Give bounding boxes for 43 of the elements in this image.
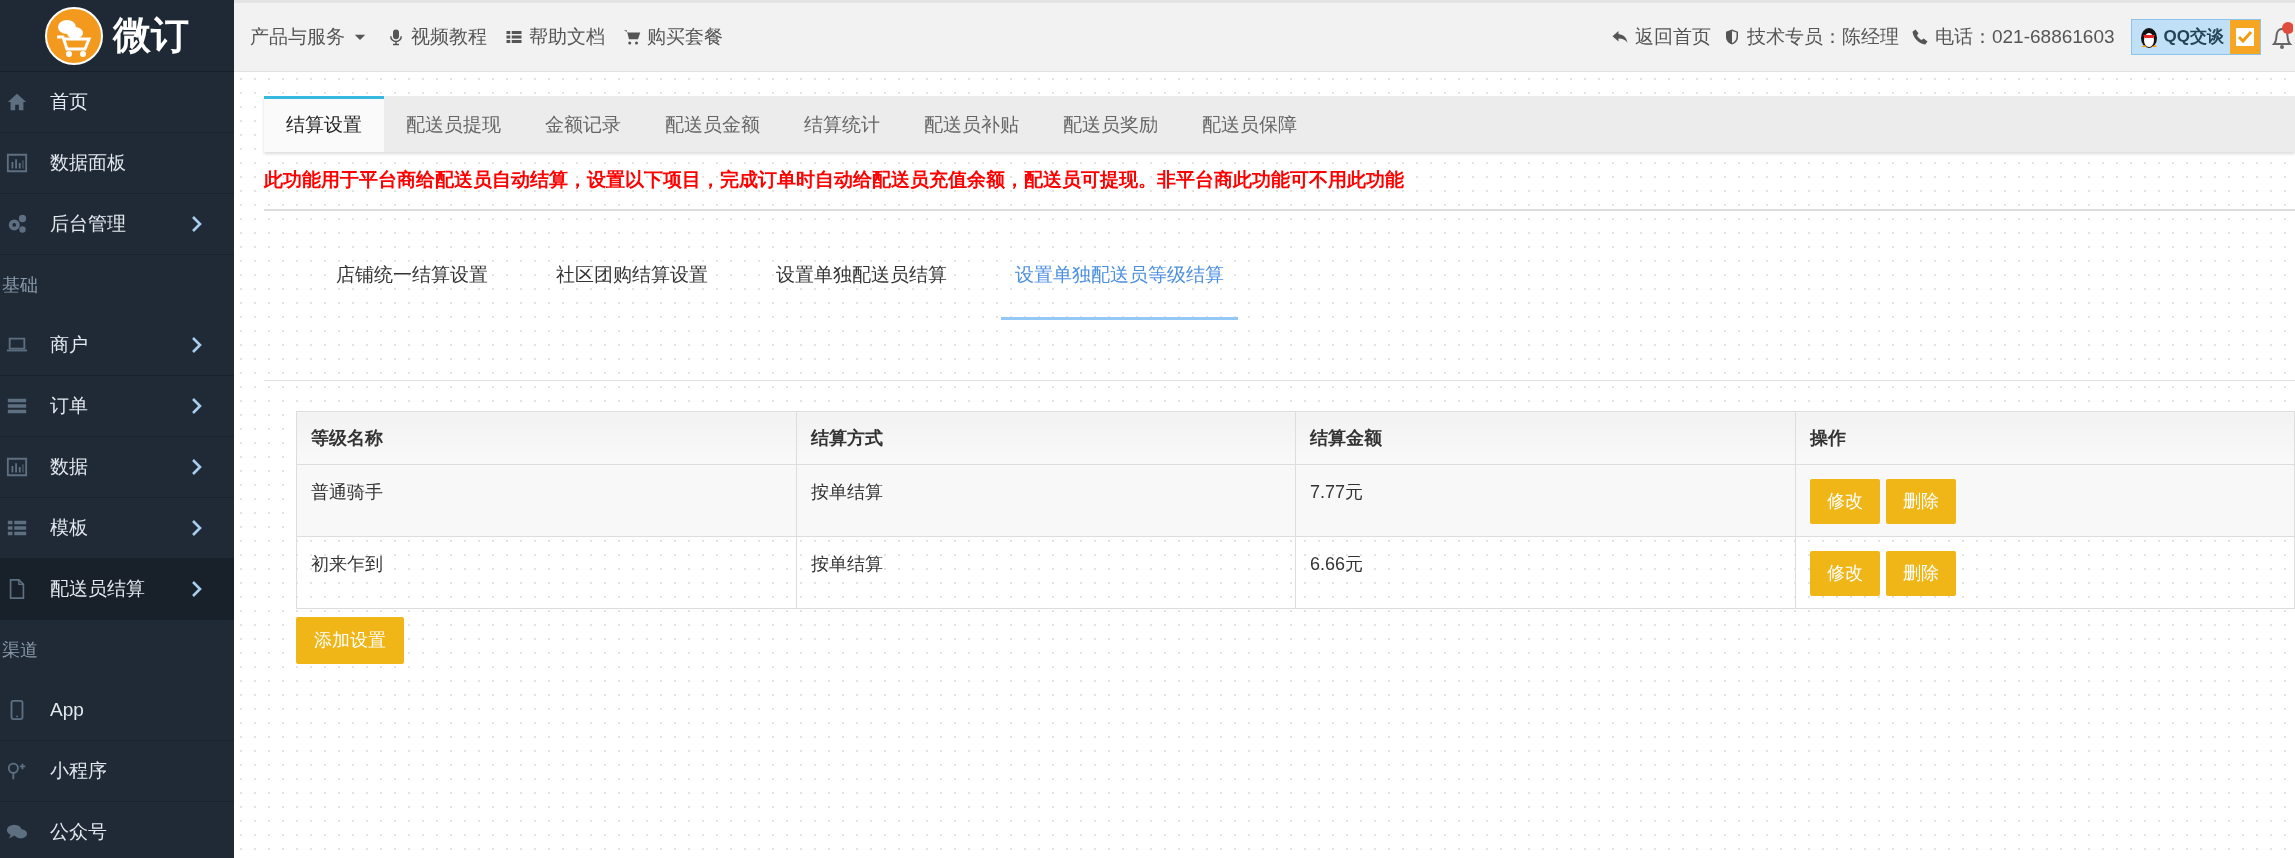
table-cell: 按单结算 bbox=[796, 536, 1296, 609]
top-nav-link[interactable]: 产品与服务 bbox=[250, 22, 369, 52]
bar-chart-icon bbox=[4, 456, 30, 478]
cart-icon bbox=[623, 28, 641, 46]
check-icon bbox=[2235, 27, 2255, 47]
qq-chat-button[interactable]: QQ交谈 bbox=[2130, 19, 2261, 55]
top-nav-link[interactable]: 视频教程 bbox=[387, 22, 487, 52]
tab[interactable]: 结算统计 bbox=[782, 96, 902, 152]
column-header: 结算金额 bbox=[1295, 411, 1795, 465]
top-info-link[interactable]: 电话：021-68861603 bbox=[1910, 22, 2115, 52]
tab[interactable]: 结算设置 bbox=[264, 96, 384, 152]
top-nav-link[interactable]: 购买套餐 bbox=[623, 22, 723, 52]
cart-logo-icon bbox=[45, 6, 103, 65]
table-cell: 7.77元 bbox=[1295, 464, 1795, 537]
logo-text: 微订 bbox=[113, 13, 189, 58]
table-cell: 按单结算 bbox=[796, 464, 1296, 537]
sidebar-item[interactable]: 配送员结算 bbox=[0, 559, 234, 620]
top-info-link[interactable]: 技术专员：陈经理 bbox=[1722, 22, 1899, 52]
tab[interactable]: 金额记录 bbox=[523, 96, 643, 152]
top-info-link[interactable]: 返回首页 bbox=[1610, 22, 1711, 52]
column-header: 等级名称 bbox=[296, 411, 796, 465]
bar-chart-icon bbox=[4, 152, 30, 174]
table-cell: 6.66元 bbox=[1295, 536, 1795, 609]
notice-text: 此功能用于平台商给配送员自动结算，设置以下项目，完成订单时自动给配送员充值余额，配送员可提现。非平台商此功能可不用此功能 bbox=[264, 152, 2295, 211]
sub-tab[interactable]: 店铺统一结算设置 bbox=[322, 260, 502, 320]
tab[interactable]: 配送员补贴 bbox=[902, 96, 1041, 152]
sidebar-section-label: 基础 bbox=[1, 273, 39, 297]
column-header: 结算方式 bbox=[796, 411, 1296, 465]
sub-tab[interactable]: 社区团购结算设置 bbox=[542, 260, 722, 320]
sub-tab[interactable]: 设置单独配送员结算 bbox=[762, 260, 961, 320]
tab[interactable]: 配送员金额 bbox=[643, 96, 782, 152]
table-cell: 初来乍到 bbox=[296, 536, 796, 609]
tab[interactable]: 配送员奖励 bbox=[1041, 96, 1180, 152]
sidebar-section-label: 渠道 bbox=[1, 638, 39, 662]
microphone-icon bbox=[387, 28, 405, 46]
bell-icon[interactable] bbox=[2271, 22, 2293, 52]
top-nav-link[interactable]: 帮助文档 bbox=[505, 22, 605, 52]
phone-icon bbox=[1910, 28, 1929, 46]
tab[interactable]: 配送员提现 bbox=[384, 96, 523, 152]
tab[interactable]: 配送员保障 bbox=[1180, 96, 1319, 152]
table-cell: 普通骑手 bbox=[296, 464, 796, 537]
list-icon bbox=[505, 28, 523, 46]
column-header: 操作 bbox=[1795, 411, 2295, 465]
